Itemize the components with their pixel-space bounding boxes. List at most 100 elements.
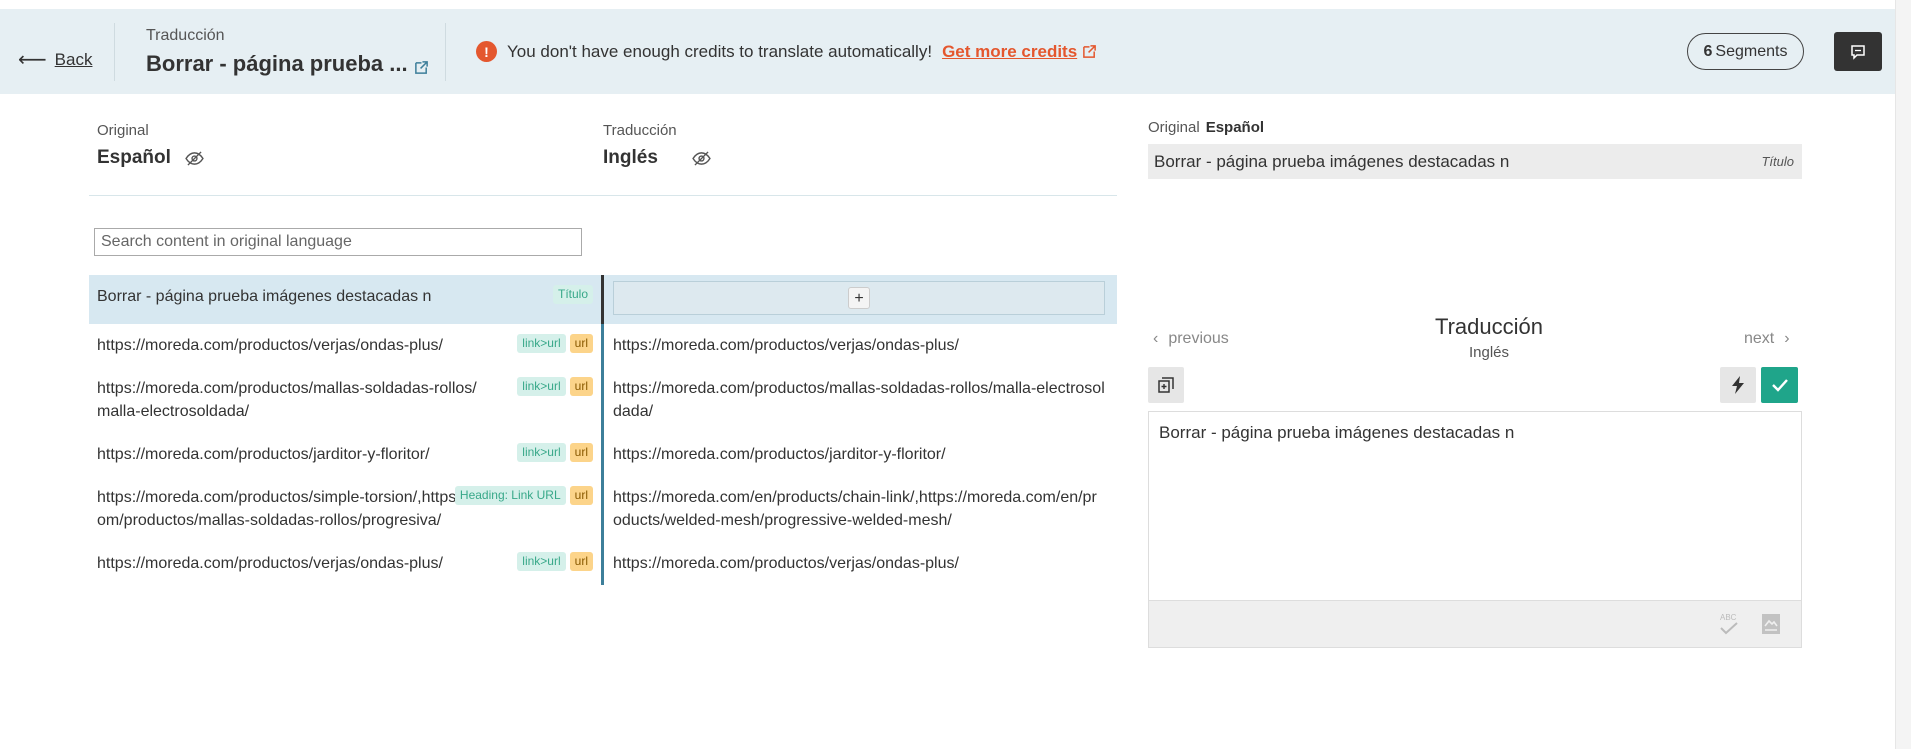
get-more-credits-link[interactable]: Get more credits: [942, 42, 1097, 62]
comment-icon: [1851, 44, 1865, 60]
tag-url: url: [569, 443, 593, 462]
segment-tags: link>url url: [517, 552, 593, 571]
spellcheck-label: ABC: [1720, 613, 1737, 622]
segments-table: Borrar - página prueba imágenes destacad…: [89, 275, 1117, 585]
scrollbar[interactable]: [1895, 0, 1911, 749]
lightning-icon: [1732, 376, 1744, 394]
translation-cell[interactable]: https://moreda.com/productos/verjas/onda…: [601, 542, 1117, 585]
table-row[interactable]: https://moreda.com/productos/verjas/onda…: [89, 542, 1117, 585]
table-row[interactable]: https://moreda.com/productos/simple-tors…: [89, 476, 1117, 542]
original-column-label: Original: [97, 122, 149, 139]
translation-textarea[interactable]: [1149, 412, 1801, 600]
segments-button[interactable]: 6 Segments: [1687, 33, 1804, 70]
tag-link-url: link>url: [517, 334, 566, 353]
page-title: Borrar - página prueba ...: [146, 51, 429, 77]
table-row[interactable]: https://moreda.com/productos/jarditor-y-…: [89, 433, 1117, 476]
plus-icon[interactable]: +: [848, 287, 870, 309]
translation-editor: ABC: [1148, 411, 1802, 648]
translation-cell[interactable]: https://moreda.com/productos/mallas-sold…: [601, 367, 1117, 433]
translation-column-label: Traducción: [603, 122, 677, 139]
tag-link-url: link>url: [517, 443, 566, 462]
previous-label: previous: [1168, 330, 1229, 347]
table-row[interactable]: https://moreda.com/productos/mallas-sold…: [89, 367, 1117, 433]
panel-translation-title: Traducción: [1434, 314, 1543, 339]
segment-tags: Heading: Link URL url: [454, 486, 593, 505]
tag-url: url: [569, 377, 593, 396]
panel-original-text-box: Borrar - página prueba imágenes destacad…: [1148, 144, 1802, 179]
panel-translation-lang: Inglés: [1468, 344, 1510, 361]
next-label: next: [1744, 330, 1775, 347]
tag-link-url: link>url: [517, 377, 566, 396]
translation-text: https://moreda.com/en/products/chain-lin…: [613, 489, 1097, 529]
copy-original-button[interactable]: [1148, 367, 1184, 403]
original-text: https://moreda.com/productos/mallas-sold…: [97, 380, 477, 420]
original-cell: https://moreda.com/productos/simple-tors…: [89, 476, 601, 542]
translation-language-text: Inglés: [603, 147, 658, 168]
panel-original-tag: Título: [1761, 154, 1794, 169]
arrow-left-icon: ⟵: [18, 49, 47, 71]
segment-tags: link>url url: [517, 443, 593, 462]
get-more-credits-label: Get more credits: [942, 41, 1078, 61]
translation-cell[interactable]: +: [601, 275, 1117, 324]
original-text: https://moreda.com/productos/verjas/onda…: [97, 337, 443, 354]
panel-original-text: Borrar - página prueba imágenes destacad…: [1154, 151, 1510, 171]
auto-translate-button[interactable]: [1720, 367, 1756, 403]
original-text: https://moreda.com/productos/jarditor-y-…: [97, 446, 430, 463]
translation-text: https://moreda.com/productos/mallas-sold…: [613, 380, 1105, 420]
spellcheck-icon[interactable]: ABC: [1717, 611, 1741, 637]
tag-heading-link-url: Heading: Link URL: [454, 486, 566, 505]
segments-count: 6: [1703, 42, 1713, 60]
back-button[interactable]: ⟵ Back: [18, 50, 92, 70]
image-icon[interactable]: [1761, 613, 1781, 635]
tag-url: url: [569, 486, 593, 505]
tag-title: Título: [552, 285, 593, 304]
confirm-translation-button[interactable]: [1761, 367, 1798, 403]
original-language-text: Español: [97, 147, 171, 168]
table-row[interactable]: https://moreda.com/productos/verjas/onda…: [89, 324, 1117, 367]
panel-original-label-text: Original: [1148, 119, 1200, 136]
check-icon: [1771, 379, 1788, 392]
back-label: Back: [54, 50, 93, 69]
translation-cell[interactable]: https://moreda.com/productos/verjas/onda…: [601, 324, 1117, 367]
original-text: https://moreda.com/productos/verjas/onda…: [97, 555, 443, 572]
previous-button[interactable]: ‹ previous: [1153, 330, 1229, 348]
credits-alert: ! You don't have enough credits to trans…: [476, 41, 1097, 62]
translation-language: Inglés: [603, 147, 711, 169]
translation-cell[interactable]: https://moreda.com/en/products/chain-lin…: [601, 476, 1117, 542]
original-cell: https://moreda.com/productos/mallas-sold…: [89, 367, 601, 433]
translation-text: https://moreda.com/productos/jarditor-y-…: [613, 446, 946, 463]
header-divider: [114, 23, 115, 81]
original-cell: https://moreda.com/productos/verjas/onda…: [89, 324, 601, 367]
translation-text: https://moreda.com/productos/verjas/onda…: [613, 555, 959, 572]
segments-label: Segments: [1715, 42, 1788, 60]
copy-icon: [1158, 377, 1174, 393]
chevron-left-icon: ‹: [1153, 330, 1159, 347]
page-title-text: Borrar - página prueba ...: [146, 51, 408, 76]
header-subtitle: Traducción: [146, 27, 225, 44]
chevron-right-icon: ›: [1784, 330, 1790, 347]
column-header-divider: [89, 195, 1117, 196]
next-button[interactable]: next ›: [1744, 330, 1790, 348]
search-input[interactable]: [94, 228, 582, 256]
alert-text: You don't have enough credits to transla…: [507, 41, 933, 61]
tag-link-url: link>url: [517, 552, 566, 571]
segment-tags: link>url url: [517, 334, 593, 353]
panel-original-lang: Español: [1205, 119, 1265, 136]
original-cell: https://moreda.com/productos/verjas/onda…: [89, 542, 601, 585]
top-gap: [0, 0, 1911, 9]
original-cell: Borrar - página prueba imágenes destacad…: [89, 275, 601, 324]
add-translation-box[interactable]: +: [613, 281, 1105, 315]
warning-icon: !: [476, 41, 497, 62]
eye-off-icon[interactable]: [692, 150, 711, 166]
table-row[interactable]: Borrar - página prueba imágenes destacad…: [89, 275, 1117, 324]
original-language: Español: [97, 147, 204, 169]
original-text: Borrar - página prueba imágenes destacad…: [97, 288, 432, 305]
comments-button[interactable]: [1834, 32, 1882, 71]
tag-url: url: [569, 334, 593, 353]
translation-cell[interactable]: https://moreda.com/productos/jarditor-y-…: [601, 433, 1117, 476]
original-cell: https://moreda.com/productos/jarditor-y-…: [89, 433, 601, 476]
segment-tags: Título: [552, 285, 593, 304]
eye-off-icon[interactable]: [185, 150, 204, 166]
tag-url: url: [569, 552, 593, 571]
external-link-icon[interactable]: [414, 60, 429, 75]
